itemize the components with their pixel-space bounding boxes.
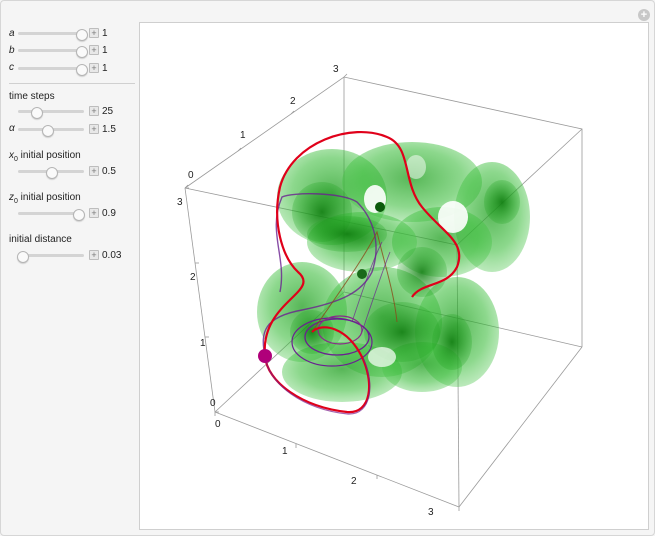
app-frame: + a + 1 b + 1 c + 1 time steps + 25 α + …: [0, 0, 655, 536]
control-panel: a + 1 b + 1 c + 1 time steps + 25 α + 1.…: [1, 1, 137, 535]
plot-3d-viewport[interactable]: 0 1 2 3 0 1 2 3 0 1 2 3: [139, 22, 649, 530]
slider-b-expand-icon[interactable]: +: [89, 45, 99, 55]
slider-z0-label: z0 initial position: [9, 192, 81, 205]
slider-time-steps-label: time steps: [9, 91, 55, 102]
slider-x0-expand-icon[interactable]: +: [89, 166, 99, 176]
front-tick-1: 1: [282, 446, 288, 457]
slider-b-track[interactable]: [18, 49, 84, 52]
plot-3d-graphics[interactable]: 0 1 2 3 0 1 2 3 0 1 2 3: [140, 23, 648, 529]
slider-b-label: b: [9, 45, 15, 56]
options-plus-icon[interactable]: +: [638, 9, 650, 21]
slider-alpha-value: 1.5: [102, 124, 116, 135]
front-tick-2: 2: [351, 476, 357, 487]
slider-alpha-label: α: [9, 123, 15, 134]
slider-time-steps-thumb[interactable]: [31, 107, 43, 119]
slider-b-value: 1: [102, 45, 108, 56]
left-tick-0: 0: [210, 398, 216, 409]
slider-initial-distance-value: 0.03: [102, 250, 122, 261]
left-tick-3: 3: [177, 197, 183, 208]
slider-initial-distance-label: initial distance: [9, 234, 72, 245]
slider-alpha-expand-icon[interactable]: +: [89, 124, 99, 134]
top-tick-1: 1: [240, 130, 246, 141]
slider-z0-expand-icon[interactable]: +: [89, 208, 99, 218]
slider-c-track[interactable]: [18, 67, 84, 70]
separator: [9, 83, 135, 84]
slider-initial-distance-expand-icon[interactable]: +: [89, 250, 99, 260]
slider-x0-thumb[interactable]: [46, 167, 58, 179]
top-tick-0: 0: [188, 170, 194, 181]
end-point-marker: [375, 202, 385, 212]
slider-a-expand-icon[interactable]: +: [89, 28, 99, 38]
slider-c-thumb[interactable]: [76, 64, 88, 76]
front-tick-0: 0: [215, 419, 221, 430]
slider-b-thumb[interactable]: [76, 46, 88, 58]
slider-a-value: 1: [102, 28, 108, 39]
slider-z0-thumb[interactable]: [73, 209, 85, 221]
slider-x0-value: 0.5: [102, 166, 116, 177]
secondary-point-marker: [357, 269, 367, 279]
top-tick-2: 2: [290, 96, 296, 107]
slider-a-label: a: [9, 28, 15, 39]
slider-alpha-thumb[interactable]: [42, 125, 54, 137]
slider-c-expand-icon[interactable]: +: [89, 63, 99, 73]
slider-c-value: 1: [102, 63, 108, 74]
left-tick-2: 2: [190, 272, 196, 283]
left-tick-1: 1: [200, 338, 206, 349]
slider-a-thumb[interactable]: [76, 29, 88, 41]
slider-time-steps-value: 25: [102, 106, 114, 117]
slider-x0-label: x0 initial position: [9, 150, 81, 163]
top-tick-3: 3: [333, 64, 339, 75]
front-tick-3: 3: [428, 507, 434, 518]
slider-initial-distance-thumb[interactable]: [17, 251, 29, 263]
slider-z0-value: 0.9: [102, 208, 116, 219]
slider-time-steps-track[interactable]: [18, 110, 84, 113]
start-point-marker: [258, 349, 272, 363]
slider-a-track[interactable]: [18, 32, 84, 35]
slider-c-label: c: [9, 62, 14, 73]
slider-time-steps-expand-icon[interactable]: +: [89, 106, 99, 116]
